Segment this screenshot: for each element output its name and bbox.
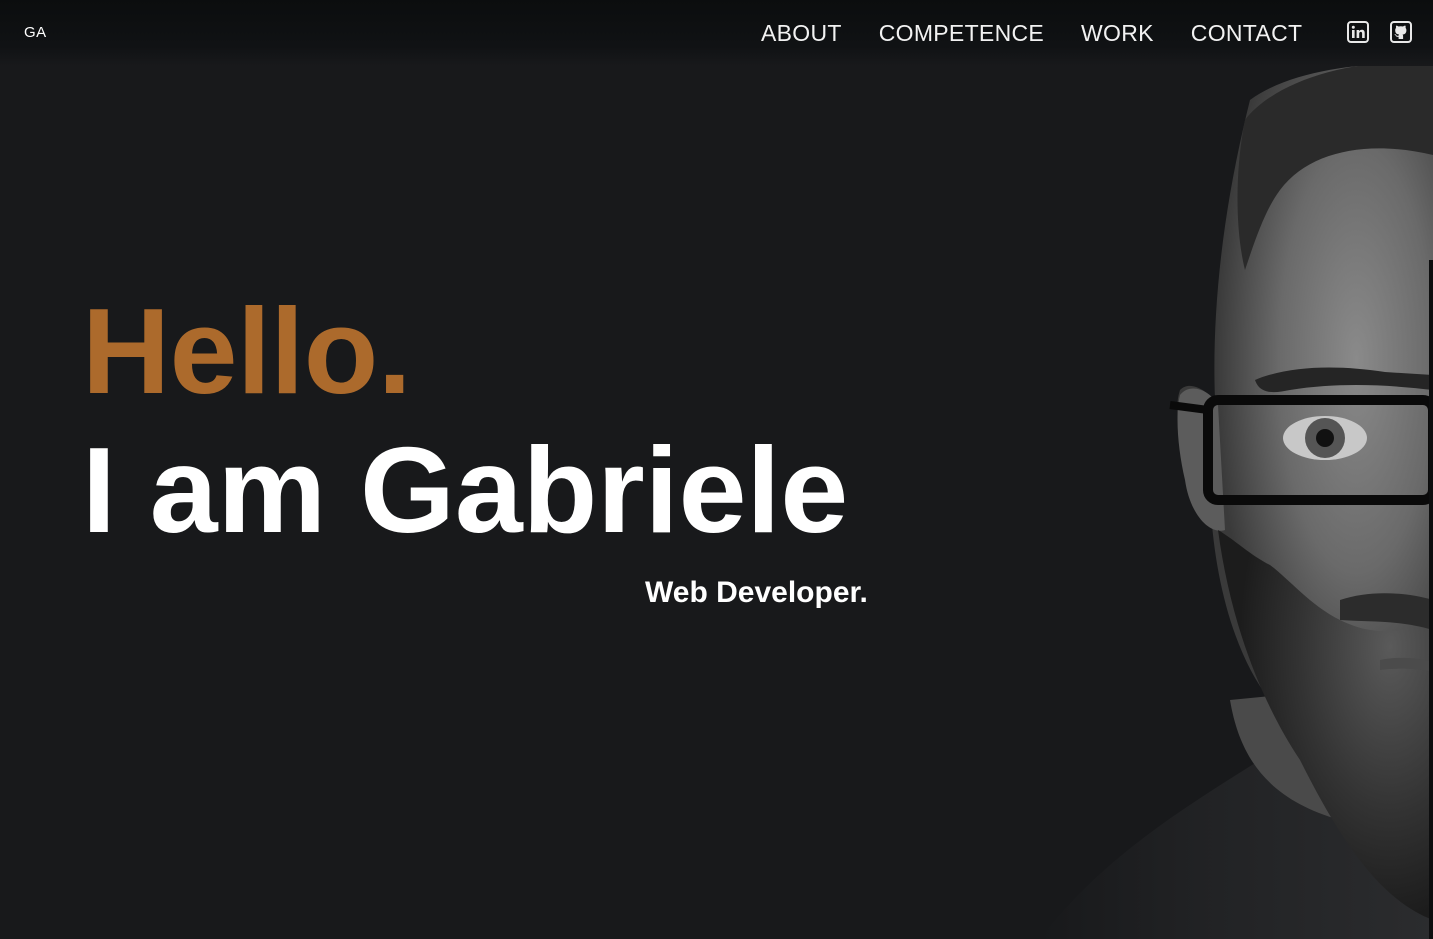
hero-role: Web Developer. xyxy=(645,576,868,609)
linkedin-icon[interactable] xyxy=(1347,21,1369,43)
page: GA ABOUT COMPETENCE WORK CONTACT Hello. … xyxy=(0,0,1433,939)
main-nav: ABOUT COMPETENCE WORK CONTACT xyxy=(761,19,1302,47)
portrait-photo xyxy=(1040,60,1433,939)
scrollbar-edge xyxy=(1429,260,1433,939)
nav-competence[interactable]: COMPETENCE xyxy=(879,19,1044,47)
site-logo[interactable]: GA xyxy=(24,24,47,41)
nav-work[interactable]: WORK xyxy=(1081,19,1154,47)
nav-contact[interactable]: CONTACT xyxy=(1191,19,1303,47)
hero-section: Hello. I am Gabriele xyxy=(82,286,892,560)
nav-about[interactable]: ABOUT xyxy=(761,19,842,47)
social-links xyxy=(1347,21,1412,43)
github-icon[interactable] xyxy=(1390,21,1412,43)
top-navigation-bar: GA ABOUT COMPETENCE WORK CONTACT xyxy=(0,0,1433,66)
hero-name: I am Gabriele xyxy=(82,422,849,558)
hero-greeting: Hello. xyxy=(82,283,412,419)
